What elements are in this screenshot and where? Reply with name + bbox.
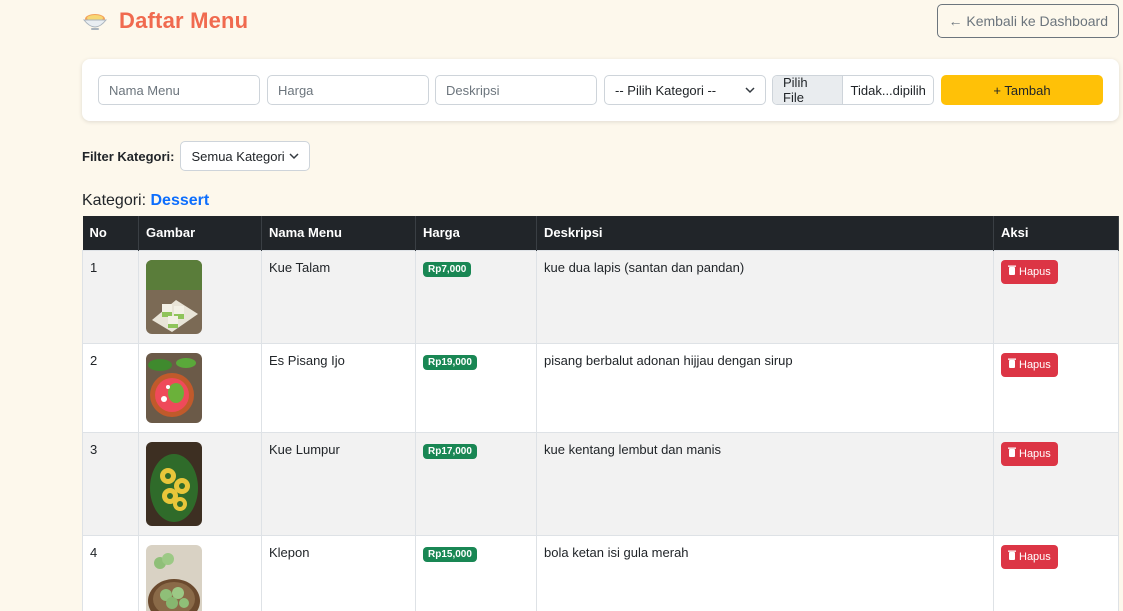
column-header-name: Nama Menu [261,216,416,250]
delete-label: Hapus [1019,447,1051,460]
price-cell: Rp15,000 [415,534,537,611]
filter-category-select[interactable]: Semua Kategori [180,141,311,171]
table-row: 3 Kue Lumpur Rp17,000 kue kentang lembut… [82,431,1119,536]
menu-table: No Gambar Nama Menu Harga Deskripsi Aksi… [82,216,1119,611]
page-title: Daftar Menu [119,8,249,33]
trash-icon [1008,447,1016,460]
table-row: 4 Klepon Rp15,000 bola ketan isi gula me… [82,534,1119,611]
table-header-row: No Gambar Nama Menu Harga Deskripsi Aksi [82,216,1119,250]
file-status: Tidak...dipilih [850,82,926,98]
action-cell: Hapus [993,534,1119,611]
menu-name: Kue Lumpur [261,431,416,536]
menu-description: kue kentang lembut dan manis [536,431,994,536]
action-cell: Hapus [993,342,1119,433]
column-header-action: Aksi [993,216,1119,250]
trash-icon [1008,265,1016,278]
column-header-no: No [82,216,139,250]
image-cell [138,342,262,433]
delete-button[interactable]: Hapus [1001,259,1058,284]
menu-image [146,259,202,334]
filter-label: Filter Kategori: [82,148,175,164]
menu-name: Kue Talam [261,249,416,344]
column-header-image: Gambar [138,216,262,250]
category-prefix: Kategori: [82,192,147,209]
price-badge: Rp7,000 [423,261,472,277]
table-row: 2 Es Pisang Ijo Rp19,000 pisang berbalut… [82,342,1119,433]
category-select[interactable]: -- Pilih Kategori -- [604,75,766,105]
page-header: Daftar Menu ← Kembali ke Dashboard [82,4,1119,44]
delete-label: Hapus [1019,550,1051,563]
chevron-down-icon [289,151,299,161]
menu-image [146,352,202,423]
price-cell: Rp7,000 [415,249,537,344]
action-cell: Hapus [993,431,1119,536]
image-cell [138,534,262,611]
menu-image [146,441,202,526]
price-badge: Rp19,000 [423,354,477,370]
price-cell: Rp19,000 [415,342,537,433]
price-badge: Rp17,000 [423,443,477,459]
trash-icon [1008,358,1016,371]
file-upload-field[interactable]: Pilih File Tidak...dipilih [772,75,934,105]
image-cell [138,431,262,536]
price-input[interactable] [267,75,429,105]
back-to-dashboard-button[interactable]: ← Kembali ke Dashboard [937,4,1119,38]
menu-description: pisang berbalut adonan hijjau dengan sir… [536,342,994,433]
add-menu-button[interactable]: + Tambah [941,75,1103,105]
add-menu-form: -- Pilih Kategori -- Pilih File Tidak...… [82,59,1119,121]
category-heading: Kategori: Dessert [82,192,209,210]
category-name: Dessert [150,192,210,209]
menu-image [146,544,202,611]
filter-row: Filter Kategori: Semua Kategori [82,141,311,171]
column-header-price: Harga [415,216,537,250]
choose-file-button[interactable]: Pilih File [773,76,843,104]
trash-icon [1008,550,1016,563]
row-number: 1 [82,249,139,344]
menu-description: bola ketan isi gula merah [536,534,994,611]
image-cell [138,249,262,344]
filter-select-value: Semua Kategori [191,148,285,164]
row-number: 4 [82,534,139,611]
row-number: 2 [82,342,139,433]
menu-description: kue dua lapis (santan dan pandan) [536,249,994,344]
price-cell: Rp17,000 [415,431,537,536]
delete-button[interactable]: Hapus [1001,441,1058,466]
delete-button[interactable]: Hapus [1001,352,1058,377]
bowl-icon [82,10,108,32]
title-group: Daftar Menu [82,8,248,34]
description-input[interactable] [435,75,597,105]
category-select-value: -- Pilih Kategori -- [615,82,717,98]
table-row: 1 Kue Talam Rp7,000 kue dua lapis (santa… [82,249,1119,344]
delete-label: Hapus [1019,358,1051,371]
row-number: 3 [82,431,139,536]
menu-name: Klepon [261,534,416,611]
action-cell: Hapus [993,249,1119,344]
menu-name-input[interactable] [98,75,260,105]
delete-button[interactable]: Hapus [1001,544,1058,569]
column-header-description: Deskripsi [536,216,994,250]
menu-name: Es Pisang Ijo [261,342,416,433]
price-badge: Rp15,000 [423,546,477,562]
delete-label: Hapus [1019,265,1051,278]
chevron-down-icon [745,85,755,95]
